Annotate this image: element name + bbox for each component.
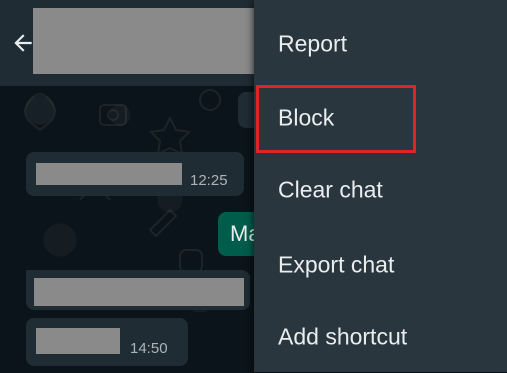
message-text-redacted <box>34 278 244 306</box>
menu-item-block[interactable]: Block <box>254 82 507 154</box>
message-bubble-outgoing[interactable]: Ma <box>218 212 261 256</box>
overflow-menu: Report Block Clear chat Export chat Add … <box>254 0 507 372</box>
menu-item-label: Report <box>278 30 348 57</box>
menu-item-label: Clear chat <box>278 176 383 203</box>
menu-item-label: Add shortcut <box>278 323 408 350</box>
message-bubble-incoming[interactable]: 12:25 <box>26 152 244 196</box>
menu-item-label: Block <box>278 104 335 131</box>
menu-item-label: Export chat <box>278 251 395 278</box>
menu-item-clear-chat[interactable]: Clear chat <box>254 154 507 226</box>
menu-item-add-shortcut[interactable]: Add shortcut <box>254 301 507 373</box>
menu-item-report[interactable]: Report <box>254 8 507 80</box>
message-bubble-incoming[interactable] <box>26 270 250 310</box>
message-text-redacted <box>36 328 120 354</box>
message-bubble-incoming[interactable]: 14:50 <box>26 318 188 366</box>
message-text-redacted <box>36 163 182 185</box>
message-time: 14:50 <box>130 340 168 357</box>
contact-name-redacted[interactable] <box>33 8 261 74</box>
message-time: 12:25 <box>190 172 228 189</box>
menu-item-export-chat[interactable]: Export chat <box>254 229 507 301</box>
